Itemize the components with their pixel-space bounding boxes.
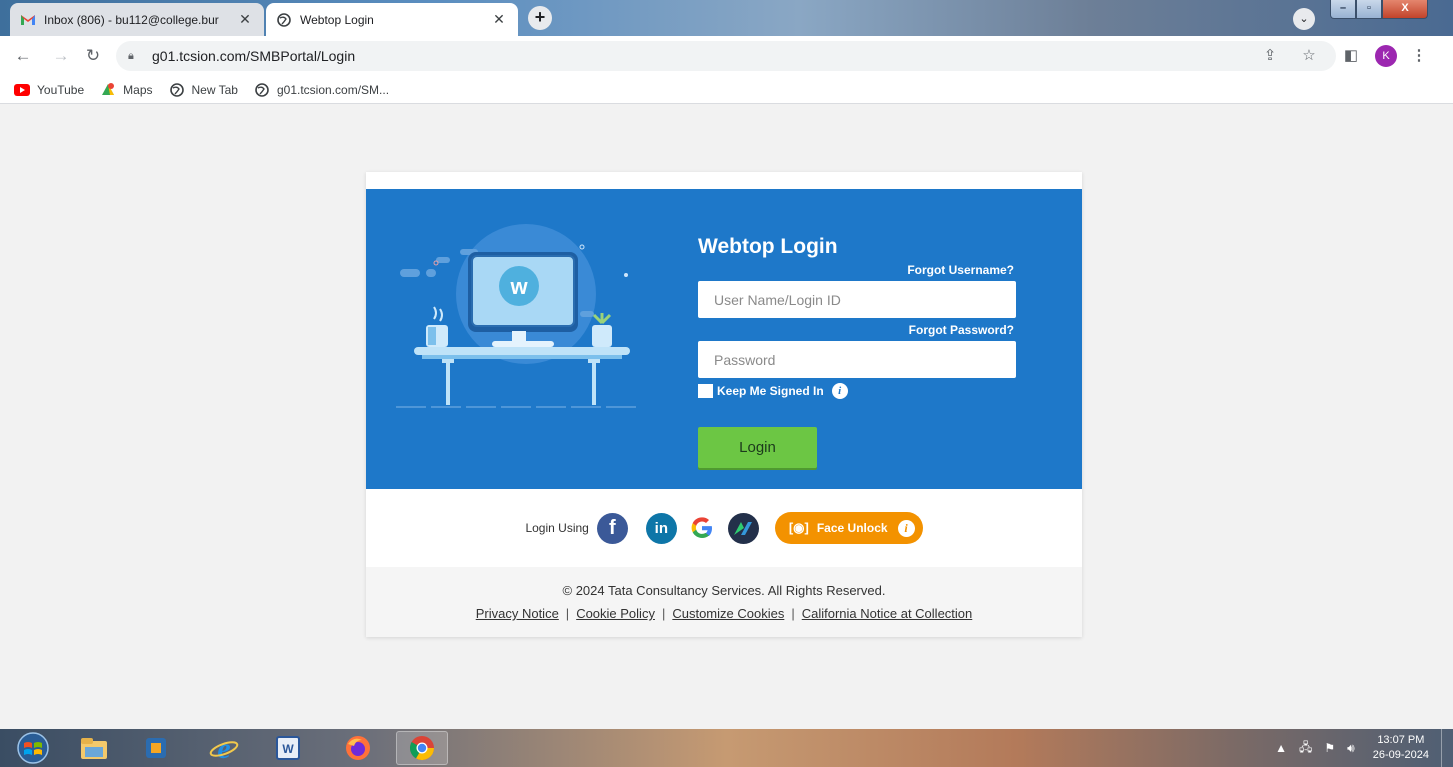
keep-signed-in-checkbox[interactable] [698,384,713,398]
separator: | [791,606,795,621]
separator: | [661,606,666,621]
tab-webtop-login[interactable]: Webtop Login ✕ [266,3,518,36]
bookmark-label: Maps [123,82,153,97]
chrome-icon[interactable] [396,731,448,765]
keep-signed-in-row: Keep Me Signed In i [698,383,848,399]
gmail-icon [20,12,36,28]
menu-kebab-icon[interactable]: ⋮ [1408,45,1430,67]
tab-search-chevron-icon[interactable]: ⌄ [1293,8,1315,30]
info-icon[interactable]: i [897,519,915,537]
bookmark-label: YouTube [37,82,85,97]
svg-text:w: w [509,274,528,299]
reload-icon[interactable]: ↻ [82,45,104,67]
globe-icon [169,82,185,97]
firefox-icon[interactable] [332,731,384,765]
internet-explorer-icon[interactable]: e [198,731,250,765]
globe-icon [276,12,292,28]
separator: | [565,606,570,621]
new-tab-button[interactable]: + [528,6,552,30]
card-top-strip [366,172,1082,189]
california-notice-link[interactable]: California Notice at Collection [802,606,973,621]
media-player-icon[interactable] [130,731,182,765]
clock-time: 13:07 PM [1377,734,1425,746]
password-input[interactable] [698,341,1016,378]
page-footer: © 2024 Tata Consultancy Services. All Ri… [366,567,1082,637]
desk-computer-illustration: w [396,224,636,408]
clock-date: 26-09-2024 [1372,749,1429,761]
login-card: w Webtop Login Forgot Username? Forgot P… [366,172,1082,637]
browser-toolbar: ← → ↻ 🔒︎ g01.tcsion.com/SMBPortal/Login … [0,36,1453,76]
address-bar[interactable]: 🔒︎ g01.tcsion.com/SMBPortal/Login [116,41,1336,71]
bookmark-star-icon[interactable]: ☆ [1298,45,1320,67]
file-explorer-icon[interactable] [68,731,120,765]
forward-arrow-icon[interactable]: → [50,45,72,67]
maximize-window-button[interactable]: ▫ [1356,0,1382,19]
google-icon[interactable] [686,512,718,544]
system-tray: ▲ 🖧 ⚑ 🔊︎ 13:07 PM 26-09-2024 [1275,733,1429,763]
keep-signed-in-label: Keep Me Signed In [717,384,824,398]
cookie-policy-link[interactable]: Cookie Policy [576,606,655,621]
linkedin-icon[interactable]: in [645,512,677,544]
svg-text:W: W [282,742,294,756]
windows-start-icon[interactable] [10,731,56,765]
url-text: g01.tcsion.com/SMBPortal/Login [152,48,356,64]
word-icon[interactable]: W [262,731,314,765]
bookmark-label: New Tab [191,82,238,97]
side-panel-icon[interactable]: ◧ [1340,45,1362,67]
network-icon[interactable]: 🖧 [1299,738,1312,759]
forgot-password-link[interactable]: Forgot Password? [909,323,1014,337]
minimize-window-button[interactable]: – [1330,0,1356,19]
username-input[interactable] [698,281,1016,318]
login-using-label: Login Using [525,521,589,535]
tab-title: Webtop Login [300,12,374,27]
facebook-icon[interactable]: f [596,512,628,544]
info-icon[interactable]: i [831,383,848,399]
back-arrow-icon[interactable]: ← [12,45,34,67]
customize-cookies-link[interactable]: Customize Cookies [672,606,784,621]
browser-tab-strip: Inbox (806) - bu112@college.bur ✕ Webtop… [0,0,1453,36]
bookmark-new-tab[interactable]: New Tab [169,83,238,97]
volume-icon[interactable]: 🔊︎ [1347,741,1355,756]
youtube-icon [14,83,30,97]
share-icon[interactable]: ⇪ [1259,45,1281,67]
copyright-text: © 2024 Tata Consultancy Services. All Ri… [562,583,886,598]
forgot-username-link[interactable]: Forgot Username? [907,263,1014,277]
bookmark-youtube[interactable]: YouTube [14,83,84,97]
bookmarks-bar: YouTube Maps New Tab g01.tcsion.com/SM..… [0,76,1453,104]
profile-avatar[interactable]: K [1375,45,1397,67]
bookmark-maps[interactable]: Maps [100,82,153,97]
login-panel: w Webtop Login Forgot Username? Forgot P… [366,189,1082,489]
face-unlock-label: Face Unlock [816,521,888,535]
action-center-flag-icon[interactable]: ⚑ [1324,741,1335,755]
privacy-notice-link[interactable]: Privacy Notice [476,606,559,621]
globe-icon [254,82,270,97]
show-desktop-button[interactable] [1441,729,1453,767]
clock[interactable]: 13:07 PM 26-09-2024 [1373,733,1429,763]
show-hidden-icons-icon[interactable]: ▲ [1275,741,1287,755]
tab-title: Inbox (806) - bu112@college.bur [44,12,219,27]
tab-gmail-inbox[interactable]: Inbox (806) - bu112@college.bur ✕ [10,3,264,36]
close-tab-icon[interactable]: ✕ [236,11,254,28]
svg-text:e: e [217,734,230,762]
social-login-row: Login Using f in [◉] Face Unlock i [366,489,1082,567]
close-window-button[interactable]: X [1382,0,1428,19]
maps-icon [100,82,116,97]
face-unlock-button[interactable]: [◉] Face Unlock i [774,512,923,544]
login-title: Webtop Login [698,235,838,258]
windows-taskbar: e W ▲ 🖧 ⚑ 🔊︎ 13:07 PM 26-09-2024 [0,729,1453,767]
webtop-app-icon[interactable] [727,512,759,544]
footer-links: Privacy Notice | Cookie Policy | Customize C… [366,606,1082,621]
face-scan-icon: [◉] [788,520,809,535]
lock-icon: 🔒︎ [128,49,134,62]
bookmark-tcsion[interactable]: g01.tcsion.com/SM... [254,83,389,97]
close-tab-icon[interactable]: ✕ [490,11,508,28]
bookmark-label: g01.tcsion.com/SM... [276,82,390,97]
login-button[interactable]: Login [698,427,817,468]
